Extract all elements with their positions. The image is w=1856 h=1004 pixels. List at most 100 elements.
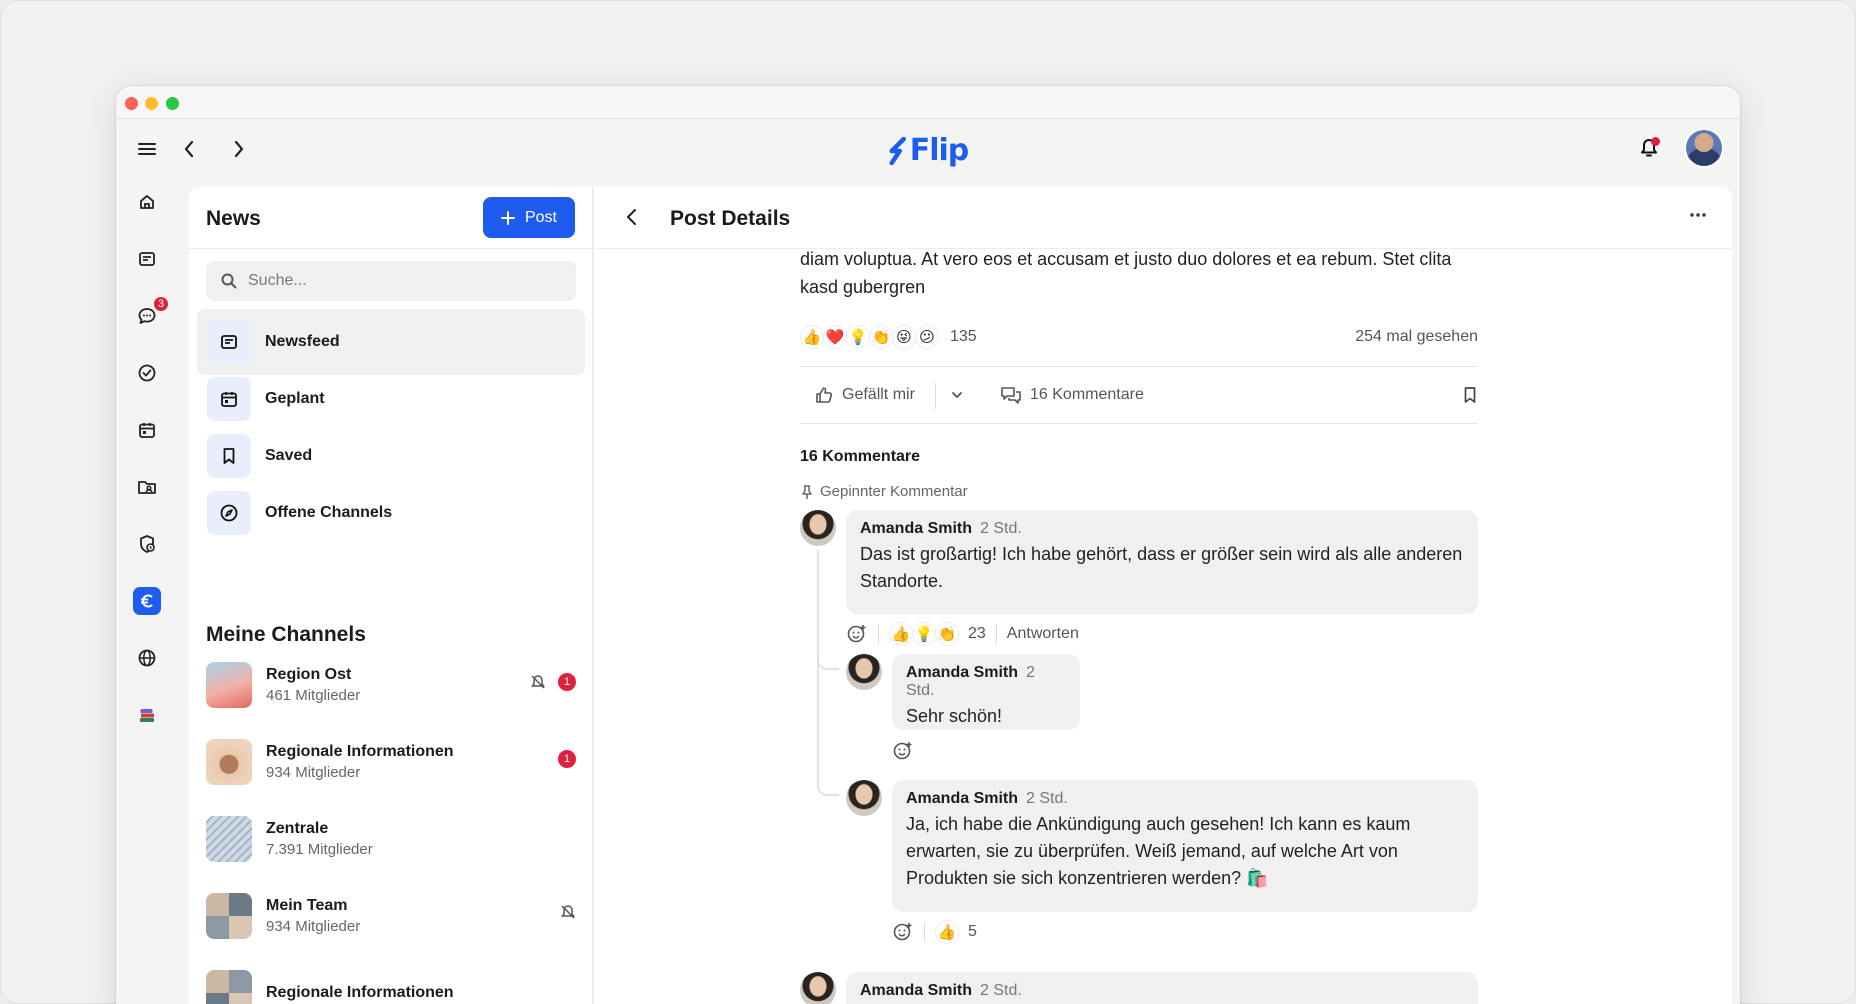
comment-text: Das ist großartig! Ich habe gehört, dass… bbox=[860, 544, 1463, 591]
user-avatar[interactable] bbox=[1684, 128, 1724, 168]
reaction-picker-chevron-icon[interactable] bbox=[950, 388, 964, 402]
add-reaction-icon[interactable] bbox=[892, 921, 914, 943]
muted-bell-icon bbox=[561, 905, 575, 919]
like-button[interactable]: Gefällt mir bbox=[814, 385, 915, 405]
home-icon[interactable] bbox=[134, 189, 160, 215]
more-options-icon[interactable] bbox=[1688, 205, 1708, 230]
comment-actions: 👍 5 bbox=[892, 920, 977, 944]
tasks-icon[interactable] bbox=[134, 360, 160, 386]
channel-name: Zentrale bbox=[266, 820, 329, 837]
wink-tongue-emoji: 😜 bbox=[892, 325, 916, 349]
comments-list: Amanda Smith 2 Std. Das ist großartig! Ic… bbox=[800, 500, 1478, 1004]
chevron-left-icon[interactable] bbox=[171, 131, 207, 167]
reaction-summary[interactable]: 👍 ❤️ 💡 👏 😜 😕 bbox=[800, 325, 939, 349]
comments-button[interactable]: 16 Kommentare bbox=[1000, 385, 1144, 405]
channel-item[interactable]: Region Ost 461 Mitglieder 1 bbox=[206, 655, 576, 715]
add-reaction-icon[interactable] bbox=[846, 623, 868, 645]
books-icon[interactable] bbox=[134, 702, 160, 728]
channel-thumbnail bbox=[206, 970, 252, 1004]
comment-time: 2 Std. bbox=[980, 520, 1022, 537]
newsfeed-icon bbox=[207, 320, 251, 364]
flip-logo[interactable]: Flip bbox=[888, 133, 969, 168]
new-post-button[interactable]: Post bbox=[483, 197, 575, 238]
channel-members: 7.391 Mitglieder bbox=[266, 841, 373, 858]
comment-time: 2 Std. bbox=[1026, 790, 1068, 807]
notification-bell-icon[interactable] bbox=[1634, 133, 1664, 163]
add-reaction-icon[interactable] bbox=[892, 740, 914, 762]
channel-item[interactable]: Zentrale 7.391 Mitglieder bbox=[206, 809, 576, 869]
title-bar bbox=[116, 86, 1740, 119]
comment-author[interactable]: Amanda Smith bbox=[860, 520, 972, 537]
thumbs-up-emoji: 👍 bbox=[935, 920, 959, 944]
plus-icon bbox=[500, 210, 515, 225]
channel-item[interactable]: Mein Team 934 Mitglieder bbox=[206, 886, 576, 946]
close-window-button[interactable] bbox=[125, 97, 138, 110]
hamburger-icon[interactable] bbox=[129, 131, 165, 167]
nav-item-offene-channels[interactable]: Offene Channels bbox=[197, 480, 585, 546]
comments-button-label: 16 Kommentare bbox=[1030, 386, 1144, 403]
channel-item[interactable]: Regionale Informationen 934 Mitglieder 1 bbox=[206, 732, 576, 792]
comment-text: Sehr schön! bbox=[906, 706, 1003, 726]
commenter-avatar[interactable] bbox=[800, 510, 836, 546]
comment-actions bbox=[892, 740, 914, 762]
euro-icon[interactable] bbox=[133, 587, 161, 615]
channel-members: 461 Mitglieder bbox=[266, 687, 361, 704]
comment-author[interactable]: Amanda Smith bbox=[860, 982, 972, 999]
thumbs-up-emoji: 👍 bbox=[889, 622, 913, 646]
chevron-right-icon[interactable] bbox=[221, 131, 257, 167]
notification-dot bbox=[1651, 137, 1660, 146]
comments-title: 16 Kommentare bbox=[800, 448, 921, 465]
shield-icon[interactable] bbox=[134, 531, 160, 557]
back-arrow-icon[interactable] bbox=[620, 205, 644, 234]
search-icon bbox=[221, 273, 237, 289]
divider bbox=[995, 624, 997, 644]
maximize-window-button[interactable] bbox=[166, 97, 179, 110]
globe-icon[interactable] bbox=[134, 645, 160, 671]
channel-members: 934 Mitglieder bbox=[266, 918, 361, 935]
search-box[interactable] bbox=[206, 261, 576, 301]
search-input[interactable] bbox=[248, 272, 548, 290]
minimize-window-button[interactable] bbox=[145, 97, 158, 110]
reaction-count: 135 bbox=[950, 328, 977, 345]
channel-item[interactable]: Regionale Informationen bbox=[206, 963, 576, 1004]
clap-emoji: 👏 bbox=[935, 622, 959, 646]
files-icon[interactable] bbox=[134, 474, 160, 500]
comment-bubble: Amanda Smith 2 Std. Ja, ich habe die Ankü… bbox=[892, 780, 1478, 912]
pinned-label-text: Gepinnter Kommentar bbox=[820, 483, 968, 500]
post-details-header: Post Details bbox=[594, 187, 1732, 249]
comment-bubble: Amanda Smith 2 Std. Das ist großartig! Ic… bbox=[846, 510, 1478, 614]
reply-button[interactable]: Antworten bbox=[1007, 625, 1079, 643]
thumbs-up-icon bbox=[816, 387, 833, 403]
bookmark-icon bbox=[1464, 387, 1476, 403]
comment-reactions[interactable]: 👍 💡 👏 bbox=[889, 622, 959, 646]
reply-connector bbox=[817, 640, 839, 670]
reply-connector bbox=[817, 750, 839, 796]
channel-name: Mein Team bbox=[266, 897, 348, 914]
comment-author[interactable]: Amanda Smith bbox=[906, 790, 1018, 807]
unread-badge: 1 bbox=[558, 673, 576, 691]
logo-text: Flip bbox=[909, 133, 970, 168]
clap-emoji: 👏 bbox=[869, 325, 893, 349]
channel-name: Region Ost bbox=[266, 666, 352, 683]
commenter-avatar[interactable] bbox=[846, 654, 882, 690]
comment-reaction-count: 23 bbox=[968, 625, 986, 642]
divider bbox=[878, 624, 879, 644]
chat-icon[interactable]: 3 bbox=[134, 295, 170, 329]
comment-reactions[interactable]: 👍 bbox=[935, 920, 959, 944]
comment-text: Ja, ich habe die Ankündigung auch gesehe… bbox=[906, 814, 1411, 888]
bulb-emoji: 💡 bbox=[846, 325, 870, 349]
bookmark-button[interactable] bbox=[1462, 386, 1478, 404]
heart-emoji: ❤️ bbox=[823, 325, 847, 349]
pin-icon bbox=[802, 484, 812, 499]
comment-author[interactable]: Amanda Smith bbox=[906, 664, 1018, 681]
commenter-avatar[interactable] bbox=[800, 972, 836, 1004]
channel-name: Regionale Informationen bbox=[266, 984, 454, 1001]
news-header: News Post bbox=[189, 187, 592, 249]
pinned-comment-label: Gepinnter Kommentar bbox=[800, 483, 1478, 500]
comment-actions: 👍 💡 👏 23 Antworten bbox=[846, 622, 1079, 646]
compass-icon bbox=[207, 491, 251, 535]
commenter-avatar[interactable] bbox=[846, 780, 882, 816]
calendar-icon[interactable] bbox=[134, 417, 160, 443]
news-icon[interactable] bbox=[134, 246, 160, 272]
unread-badge: 1 bbox=[558, 750, 576, 768]
